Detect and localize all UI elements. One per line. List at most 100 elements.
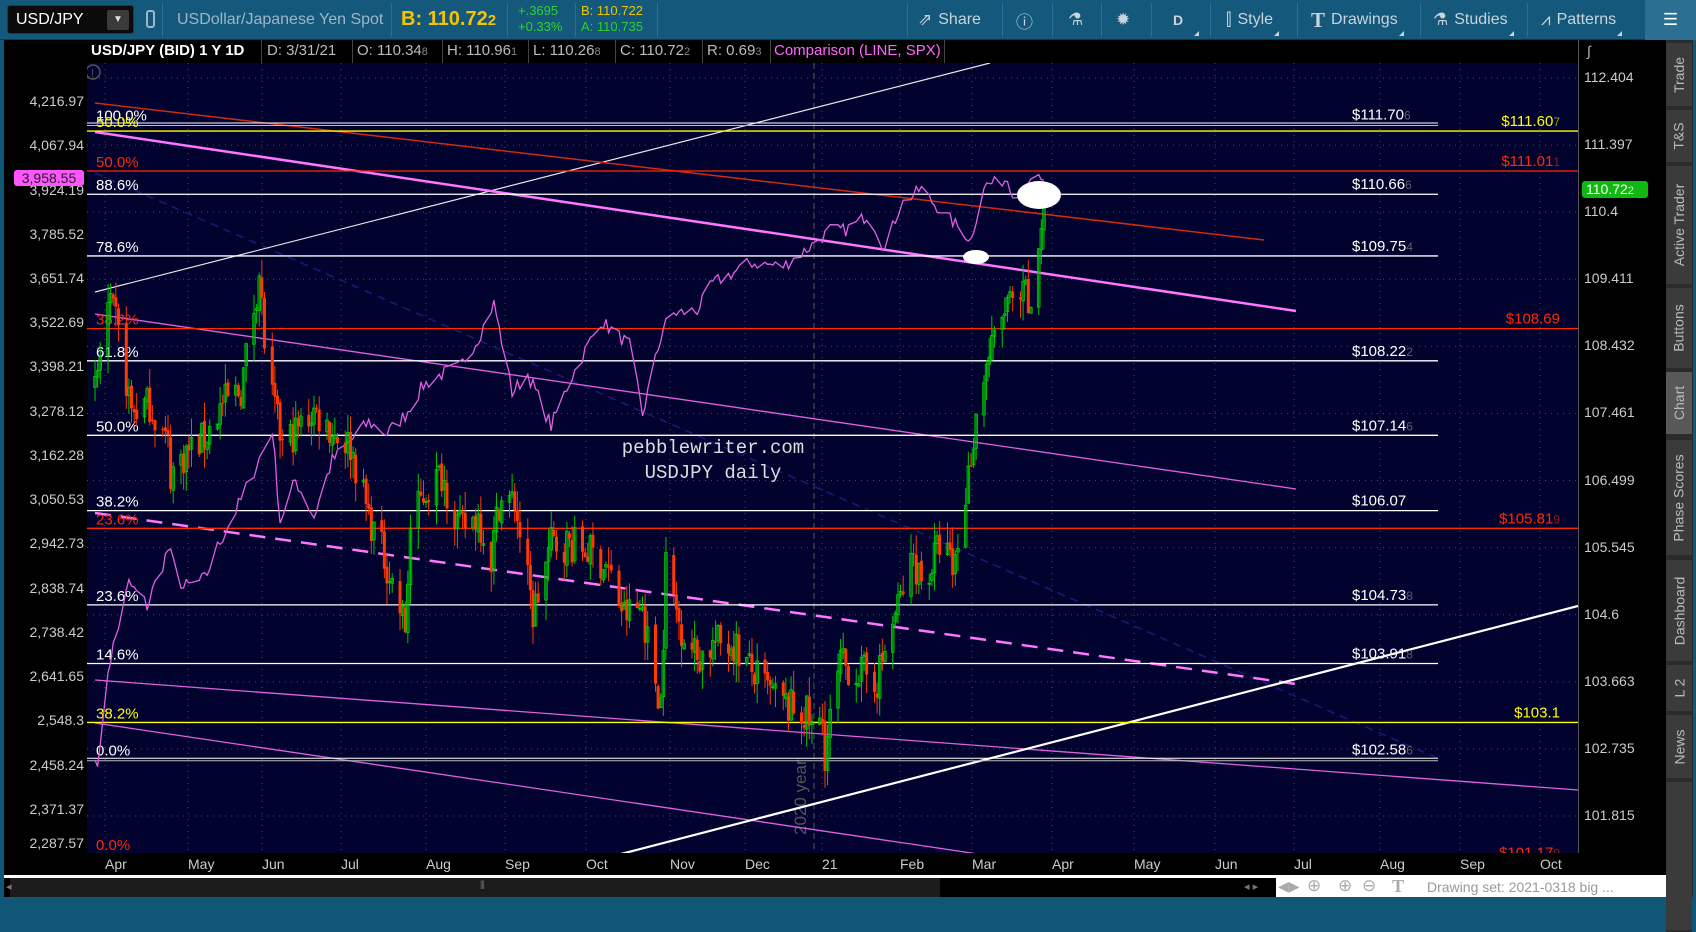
side-tab-dashboard[interactable]: Dashboard bbox=[1666, 560, 1692, 663]
style-button[interactable]: ⫿ Style bbox=[1226, 0, 1280, 40]
scroll-left-icon[interactable]: ◂ bbox=[6, 880, 12, 893]
side-tab-buttons[interactable]: Buttons bbox=[1666, 288, 1692, 370]
side-tab-label: Chart bbox=[1671, 385, 1688, 421]
left-axis-tick: 2,287.57 bbox=[29, 835, 85, 851]
left-axis-tick: 2,838.74 bbox=[29, 579, 85, 596]
candle-body-down bbox=[581, 526, 585, 552]
info-high: H: 110.961 bbox=[447, 42, 518, 59]
side-tab-l-2[interactable]: L 2 bbox=[1666, 665, 1692, 713]
candle-body-down bbox=[536, 593, 540, 603]
side-tab-news[interactable]: News bbox=[1666, 715, 1692, 780]
fib-level-percent: 0.0% bbox=[96, 837, 130, 853]
crosshair-icon[interactable]: ⊕ bbox=[1307, 876, 1321, 896]
zoom-in-icon[interactable]: ⊕ bbox=[1338, 876, 1352, 896]
zoom-out-icon[interactable]: ⊖ bbox=[1362, 876, 1376, 896]
study-icon[interactable]: ∫ bbox=[1587, 43, 1591, 59]
left-price-axis-spx[interactable]: 4,216.97 4,067.94 3,924.19 3,785.52 3,651.74… bbox=[4, 40, 87, 875]
left-axis-tick: 3,651.74 bbox=[29, 270, 85, 286]
link-icon[interactable] bbox=[146, 10, 155, 28]
candle-body-down bbox=[792, 691, 796, 714]
flask-icon: ⚗ bbox=[1433, 10, 1449, 29]
side-tab-active-trader[interactable]: Active Trader bbox=[1666, 166, 1692, 286]
candle-body-down bbox=[221, 402, 225, 404]
time-axis-label: Jul bbox=[341, 856, 359, 872]
trendline-pink-dashed bbox=[94, 511, 1297, 686]
left-axis-tick: 3,398.21 bbox=[29, 358, 85, 375]
fib-level-price: $109.754 bbox=[1352, 238, 1413, 255]
drawings-button[interactable]: T Drawings bbox=[1311, 0, 1404, 40]
symbol-description: USDollar/Japanese Yen Spot bbox=[177, 11, 384, 28]
candlestick-icon: ⫿ bbox=[1226, 10, 1232, 29]
left-axis-tick: 3,278.12 bbox=[29, 402, 85, 419]
watermark-title: USDJPY daily bbox=[645, 462, 782, 484]
left-axis-tick: 3,785.52 bbox=[29, 225, 85, 242]
comparison-label[interactable]: Comparison (LINE, SPX) bbox=[774, 42, 941, 59]
candle-body-down bbox=[695, 639, 699, 660]
share-button[interactable]: ⇗ Share bbox=[918, 0, 981, 40]
pan-icon[interactable]: ◀▶ bbox=[1278, 878, 1300, 895]
aggregation-button[interactable]: D bbox=[1173, 0, 1200, 40]
side-tab-chart[interactable]: Chart bbox=[1666, 372, 1692, 436]
time-axis-label: Feb bbox=[900, 856, 925, 872]
candle-body-down bbox=[260, 277, 264, 298]
flask-button[interactable]: ⚗ bbox=[1068, 0, 1083, 40]
info-icon: ⓘ bbox=[1016, 12, 1033, 32]
candle-body-down bbox=[273, 382, 277, 397]
fib-level-price: $108.69 bbox=[1506, 311, 1560, 328]
left-axis-tick: 2,641.65 bbox=[29, 668, 85, 685]
scrollbar-thumb[interactable] bbox=[10, 878, 940, 897]
time-axis-label: Aug bbox=[426, 856, 451, 872]
candle-body-down bbox=[872, 671, 876, 692]
side-tab-label: L 2 bbox=[1670, 678, 1687, 698]
symbol-selector[interactable]: USD/JPY ▼ bbox=[7, 5, 134, 34]
chevron-down-icon[interactable]: ▼ bbox=[107, 10, 129, 30]
studies-button[interactable]: ⚗ Studies bbox=[1433, 0, 1514, 40]
flask-icon: ⚗ bbox=[1068, 10, 1084, 29]
scroll-arrows-icon[interactable]: ◂ ▸ bbox=[1244, 880, 1258, 893]
candle-body-down bbox=[114, 297, 118, 307]
candle-body-down bbox=[262, 298, 266, 349]
time-axis-label: Oct bbox=[1540, 856, 1562, 872]
right-price-axis[interactable]: ∫ 112.404 111.397 110.4 109.411 108.432 107.4… bbox=[1578, 40, 1666, 875]
candle-body-down bbox=[129, 385, 133, 409]
candle-body-down bbox=[354, 454, 358, 484]
right-axis-tick: 104.6 bbox=[1584, 605, 1620, 622]
candle-body-down bbox=[380, 520, 384, 533]
patterns-icon: ⩘ bbox=[1541, 10, 1551, 29]
side-tab-label: Dashboard bbox=[1671, 576, 1687, 645]
settings-button[interactable]: ✹ bbox=[1116, 0, 1130, 40]
patterns-button[interactable]: ⩘ Patterns bbox=[1541, 0, 1623, 40]
side-tab-t-s[interactable]: T&S bbox=[1666, 110, 1692, 164]
time-axis[interactable]: Apr May Jun Jul Aug Sep Oct Nov Dec 21 Feb Mar Apr Ma… bbox=[4, 853, 1666, 875]
candle-body-down bbox=[609, 564, 613, 571]
text-t-icon[interactable]: T bbox=[1392, 876, 1404, 897]
side-tab-trade[interactable]: Trade bbox=[1666, 43, 1692, 108]
fib-level-price: $106.07 bbox=[1352, 493, 1406, 510]
candle-body-down bbox=[463, 512, 467, 529]
time-axis-label: Aug bbox=[1380, 856, 1405, 872]
time-axis-label: Mar bbox=[972, 856, 997, 872]
candle-body-down bbox=[607, 566, 611, 568]
menu-button[interactable]: ☰ bbox=[1645, 0, 1696, 40]
candle-body-down bbox=[226, 382, 230, 396]
left-axis-tick: 3,522.69 bbox=[29, 314, 85, 331]
right-axis-tick: 110.4 bbox=[1584, 203, 1618, 220]
candle-body-down bbox=[317, 409, 321, 432]
fib-level-price: $111.607 bbox=[1501, 113, 1560, 130]
time-axis-label: Jul bbox=[1294, 856, 1312, 872]
fib-level-price: $101.179 bbox=[1499, 845, 1560, 853]
candle-body-down bbox=[367, 503, 371, 509]
chart-plot-area[interactable]: 2020 year! 100.0% $111.706 50.0% $111.607 50.… bbox=[87, 63, 1578, 853]
side-tab-label: Trade bbox=[1671, 56, 1687, 93]
left-axis-tick: 2,738.42 bbox=[29, 623, 85, 640]
candle-body-down bbox=[315, 407, 319, 409]
drawing-set-selector[interactable]: Drawing set: 2021-0318 big ... bbox=[1427, 879, 1614, 895]
side-tab-phase-scores[interactable]: Phase Scores bbox=[1666, 440, 1692, 557]
price-chart[interactable]: 2020 year!100.0% $111.70650.0% $111.60750.… bbox=[87, 63, 1578, 853]
fib-level-percent: 23.6% bbox=[96, 588, 139, 605]
info-button[interactable]: ⓘ bbox=[1016, 0, 1033, 40]
bid-price: B: 110.722 bbox=[401, 8, 497, 30]
candle-body-down bbox=[135, 410, 139, 420]
horizontal-scrollbar[interactable]: ◂ ⦀ ◂ ▸ bbox=[4, 878, 1276, 897]
candle-body-down bbox=[528, 564, 532, 591]
